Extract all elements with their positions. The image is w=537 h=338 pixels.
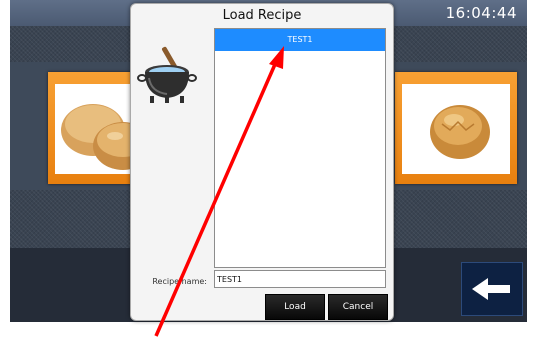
cooking-pot-icon [137, 44, 203, 106]
back-button[interactable] [461, 262, 523, 316]
clock: 16:04:44 [445, 4, 517, 22]
bread-bun-icon [402, 84, 510, 174]
cancel-button[interactable]: Cancel [328, 294, 388, 320]
recipe-list[interactable]: TEST1 [214, 28, 386, 268]
recipe-name-label: Recipe name: [152, 277, 207, 286]
recipe-list-item[interactable]: TEST1 [215, 29, 385, 51]
load-button[interactable]: Load [265, 294, 325, 320]
dialog-title: Load Recipe [222, 8, 302, 23]
load-recipe-dialog: Load Recipe TEST1 Recipe name: Load Canc… [130, 3, 394, 321]
recipe-name-input[interactable] [214, 270, 386, 288]
program-tile-right[interactable] [395, 72, 517, 184]
back-arrow-icon [472, 278, 510, 300]
